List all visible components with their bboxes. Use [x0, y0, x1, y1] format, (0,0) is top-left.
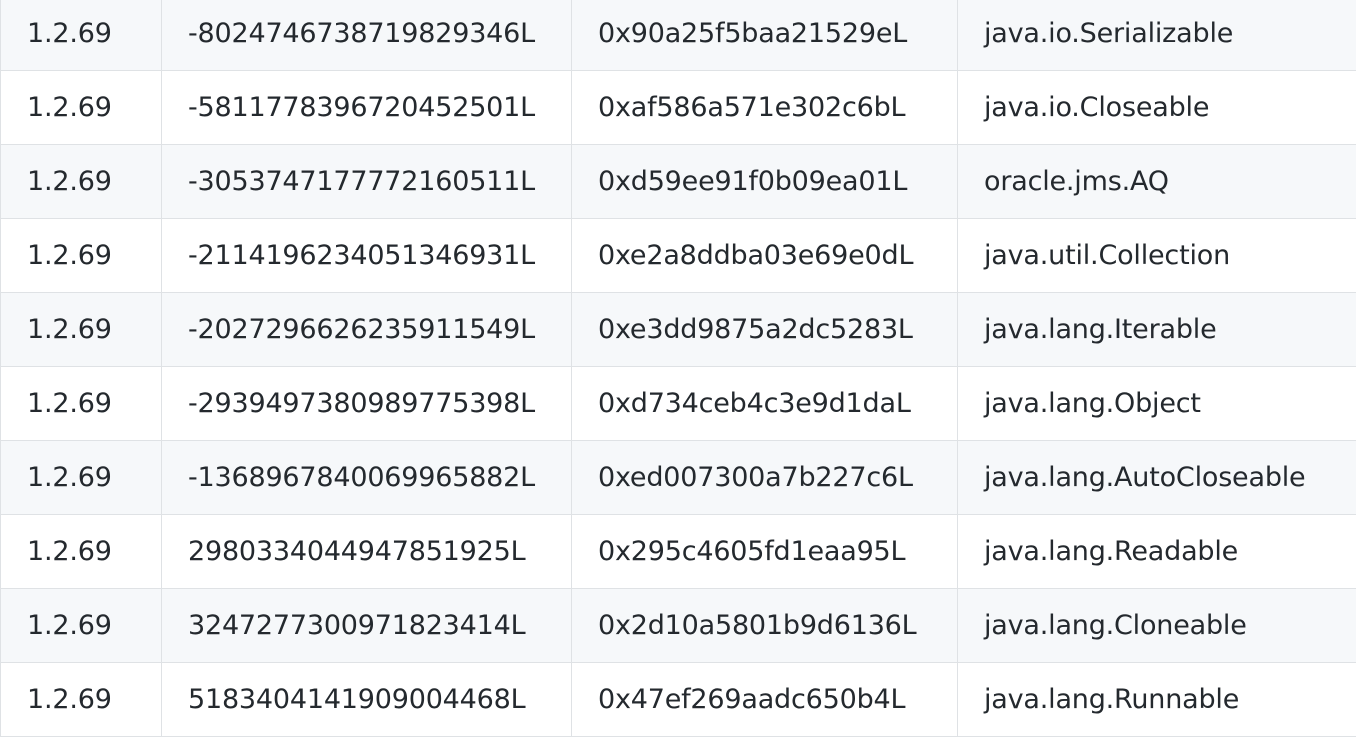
hash-hex-cell: 0x47ef269aadc650b4L [572, 663, 958, 737]
hash-decimal-cell: -5811778396720452501L [162, 71, 572, 145]
hash-hex-cell: 0x2d10a5801b9d6136L [572, 589, 958, 663]
version-cell: 1.2.69 [1, 589, 162, 663]
version-cell: 1.2.69 [1, 367, 162, 441]
hash-decimal-cell: 5183404141909004468L [162, 663, 572, 737]
hash-hex-cell: 0x295c4605fd1eaa95L [572, 515, 958, 589]
version-cell: 1.2.69 [1, 293, 162, 367]
version-cell: 1.2.69 [1, 219, 162, 293]
version-cell: 1.2.69 [1, 0, 162, 71]
class-name-cell: java.lang.Readable [958, 515, 1356, 589]
table-row: 1.2.69 -2114196234051346931L 0xe2a8ddba0… [1, 219, 1356, 293]
table-row: 1.2.69 -2027296626235911549L 0xe3dd9875a… [1, 293, 1356, 367]
hash-table: 1.2.69 -8024746738719829346L 0x90a25f5ba… [0, 0, 1356, 737]
class-name-cell: java.lang.AutoCloseable [958, 441, 1356, 515]
version-cell: 1.2.69 [1, 441, 162, 515]
hash-decimal-cell: -8024746738719829346L [162, 0, 572, 71]
hash-decimal-cell: -2939497380989775398L [162, 367, 572, 441]
hash-decimal-cell: -3053747177772160511L [162, 145, 572, 219]
version-cell: 1.2.69 [1, 663, 162, 737]
table-row: 1.2.69 3247277300971823414L 0x2d10a5801b… [1, 589, 1356, 663]
hash-hex-cell: 0x90a25f5baa21529eL [572, 0, 958, 71]
table-row: 1.2.69 2980334044947851925L 0x295c4605fd… [1, 515, 1356, 589]
table-row: 1.2.69 5183404141909004468L 0x47ef269aad… [1, 663, 1356, 737]
class-name-cell: java.lang.Cloneable [958, 589, 1356, 663]
table-row: 1.2.69 -1368967840069965882L 0xed007300a… [1, 441, 1356, 515]
hash-decimal-cell: -2027296626235911549L [162, 293, 572, 367]
class-name-cell: oracle.jms.AQ [958, 145, 1356, 219]
class-name-cell: java.io.Closeable [958, 71, 1356, 145]
hash-hex-cell: 0xe3dd9875a2dc5283L [572, 293, 958, 367]
version-cell: 1.2.69 [1, 71, 162, 145]
class-name-cell: java.lang.Iterable [958, 293, 1356, 367]
hash-decimal-cell: 2980334044947851925L [162, 515, 572, 589]
hash-table-body: 1.2.69 -8024746738719829346L 0x90a25f5ba… [1, 0, 1356, 737]
version-cell: 1.2.69 [1, 515, 162, 589]
hash-hex-cell: 0xd734ceb4c3e9d1daL [572, 367, 958, 441]
class-name-cell: java.lang.Runnable [958, 663, 1356, 737]
table-row: 1.2.69 -2939497380989775398L 0xd734ceb4c… [1, 367, 1356, 441]
hash-decimal-cell: 3247277300971823414L [162, 589, 572, 663]
hash-decimal-cell: -1368967840069965882L [162, 441, 572, 515]
class-name-cell: java.io.Serializable [958, 0, 1356, 71]
hash-decimal-cell: -2114196234051346931L [162, 219, 572, 293]
class-name-cell: java.lang.Object [958, 367, 1356, 441]
hash-hex-cell: 0xd59ee91f0b09ea01L [572, 145, 958, 219]
table-row: 1.2.69 -8024746738719829346L 0x90a25f5ba… [1, 0, 1356, 71]
hash-hex-cell: 0xaf586a571e302c6bL [572, 71, 958, 145]
table-row: 1.2.69 -3053747177772160511L 0xd59ee91f0… [1, 145, 1356, 219]
version-cell: 1.2.69 [1, 145, 162, 219]
class-name-cell: java.util.Collection [958, 219, 1356, 293]
hash-hex-cell: 0xed007300a7b227c6L [572, 441, 958, 515]
hash-hex-cell: 0xe2a8ddba03e69e0dL [572, 219, 958, 293]
table-row: 1.2.69 -5811778396720452501L 0xaf586a571… [1, 71, 1356, 145]
